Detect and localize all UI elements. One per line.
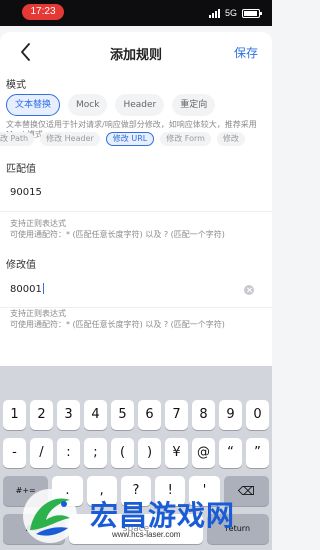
key-open-paren[interactable]: ( [111,438,134,468]
key-slash[interactable]: / [30,438,53,468]
network-5g-icon: 5G [224,8,237,18]
mode-tab-redirect[interactable]: 重定向 [172,94,216,116]
keyboard-row-symbols: - / : ; ( ) ¥ @ “ ” [3,438,269,468]
key-4[interactable]: 4 [84,400,107,430]
key-semicolon[interactable]: ; [84,438,107,468]
key-hyphen[interactable]: - [3,438,26,468]
type-tab-header[interactable]: 修改 Header [40,132,100,146]
key-8[interactable]: 8 [192,400,215,430]
key-5[interactable]: 5 [111,400,134,430]
type-tab-form[interactable]: 修改 Form [160,132,211,146]
mode-tab-mock[interactable]: Mock [68,94,108,116]
nav-bar: 添加规则 保存 [0,32,272,72]
match-hint-wildcard: 可使用通配符：* (匹配任意长度字符) 以及 ? (匹配一个字符) [10,230,225,239]
key-6[interactable]: 6 [138,400,161,430]
watermark-title: 宏昌游戏网 [90,499,236,532]
signal-icon [208,8,220,18]
key-colon[interactable]: : [57,438,80,468]
match-label: 匹配值 [6,164,36,175]
key-close-paren[interactable]: ) [138,438,161,468]
key-yen[interactable]: ¥ [165,438,188,468]
key-7[interactable]: 7 [165,400,188,430]
watermark-url: www.hcs-laser.com [112,530,181,539]
modify-input[interactable]: 80001 [0,272,272,308]
modify-label: 修改值 [6,260,36,271]
modify-hint-wildcard: 可使用通配符：* (匹配任意长度字符) 以及 ? (匹配一个字符) [10,320,225,329]
battery-icon [242,8,262,18]
key-close-quote[interactable]: ” [246,438,269,468]
type-tab-path[interactable]: 修改 Path [0,132,35,146]
type-tab-url[interactable]: 修改 URL [105,132,155,146]
key-0[interactable]: 0 [246,400,269,430]
keyboard-row-digits: 1 2 3 4 5 6 7 8 9 0 [3,400,269,430]
key-2[interactable]: 2 [30,400,53,430]
type-tabs: 修改 Path 修改 Header 修改 URL 修改 Form 修改 [0,132,272,146]
watermark: 宏昌游戏网 www.hcs-laser.com [20,486,272,550]
key-1[interactable]: 1 [3,400,26,430]
mode-tab-text-replace[interactable]: 文本替换 [6,94,61,116]
mode-label: 模式 [6,80,26,91]
status-bar: 17:23 5G [0,0,272,26]
clear-icon[interactable] [244,285,254,295]
key-3[interactable]: 3 [57,400,80,430]
status-icons: 5G [208,6,262,20]
save-button[interactable]: 保存 [234,44,258,61]
type-tab-more[interactable]: 修改 [216,132,245,146]
page-title: 添加规则 [109,48,162,63]
modify-hint-regex: 支持正则表达式 [10,309,66,318]
match-hint-regex: 支持正则表达式 [10,219,66,228]
modify-input-value: 80001 [10,283,44,295]
mode-tabs: 文本替换 Mock Header 重定向 [6,94,216,116]
key-open-quote[interactable]: “ [219,438,242,468]
key-at[interactable]: @ [192,438,215,468]
status-time: 17:23 [22,4,64,20]
watermark-logo-icon [23,489,77,543]
mode-tab-header[interactable]: Header [115,94,165,116]
key-9[interactable]: 9 [219,400,242,430]
text-cursor [42,283,44,294]
match-input[interactable]: 90015 [0,176,272,212]
match-input-value: 90015 [10,187,42,198]
